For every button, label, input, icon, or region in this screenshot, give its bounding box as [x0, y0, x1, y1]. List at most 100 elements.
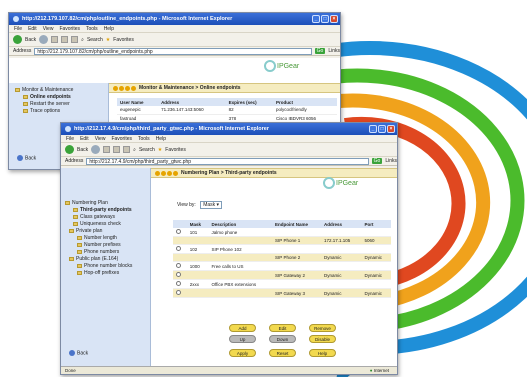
go-button[interactable]: Go: [314, 48, 326, 54]
tree-item-third-party[interactable]: Third-party endpoints: [65, 207, 132, 214]
tree-item-uniqueness[interactable]: Uniqueness check: [65, 221, 132, 228]
table-row[interactable]: SIP Gateway 2 Dynamic Dynamic: [173, 270, 391, 280]
forward-arrow-icon[interactable]: [39, 35, 49, 44]
row-radio[interactable]: [176, 272, 181, 277]
menu-view[interactable]: View: [95, 136, 106, 142]
help-button[interactable]: Help: [309, 349, 336, 357]
search-icon[interactable]: ⌕: [81, 37, 84, 43]
menu-tools[interactable]: Tools: [86, 26, 98, 32]
tree-item-monitor[interactable]: Monitor & Maintenance: [15, 87, 73, 94]
search-label[interactable]: Search: [139, 147, 155, 153]
back-circle-icon: [69, 350, 75, 356]
col-address[interactable]: Address: [320, 220, 362, 228]
table-row[interactable]: 102 SIP Phone 102: [173, 244, 391, 254]
col-product[interactable]: Product: [272, 98, 337, 106]
tree-item-public-plan[interactable]: Public plan (E.164): [65, 256, 132, 263]
table-row[interactable]: 2xxx Office PBX extensions: [173, 279, 391, 289]
menu-help[interactable]: Help: [156, 136, 166, 142]
back-arrow-icon[interactable]: [13, 35, 22, 44]
maximize-button[interactable]: □: [378, 125, 386, 133]
col-mask[interactable]: Mask: [186, 220, 209, 228]
favorites-label[interactable]: Favorites: [113, 37, 134, 43]
search-label[interactable]: Search: [87, 37, 103, 43]
back-toolbar-label[interactable]: Back: [77, 147, 88, 153]
tree-item-trace[interactable]: Trace options: [15, 108, 73, 115]
address-input[interactable]: http://212.17.4.9/cm/php/third_party_gtw…: [86, 157, 369, 165]
back-arrow-icon[interactable]: [65, 145, 74, 154]
table-row[interactable]: SIP Gateway 3 Dynamic Dynamic: [173, 288, 391, 298]
table-row[interactable]: 1000 Free calls to US: [173, 261, 391, 271]
tree-item-restart[interactable]: Restart the server: [15, 101, 73, 108]
tree-item-number-length[interactable]: Number length: [65, 235, 132, 242]
table-row[interactable]: SIP Phone 1 172.17.1.105 5060: [173, 236, 391, 245]
edit-button[interactable]: Edit: [269, 324, 296, 332]
favorites-label[interactable]: Favorites: [165, 147, 186, 153]
menu-edit[interactable]: Edit: [80, 136, 89, 142]
row-radio[interactable]: [176, 263, 181, 268]
table-row[interactable]: fastroad 378 Cisco IBDVR3 6056: [117, 114, 337, 123]
table-row[interactable]: 101 Jalmo phone: [173, 228, 391, 237]
minimize-button[interactable]: _: [312, 15, 320, 23]
links-label[interactable]: Links: [385, 158, 397, 164]
go-button[interactable]: Go: [371, 158, 383, 164]
refresh-icon[interactable]: [61, 36, 69, 43]
col-address[interactable]: Address: [158, 98, 226, 106]
reset-button[interactable]: Reset: [269, 349, 296, 357]
minimize-button[interactable]: _: [369, 125, 377, 133]
stop-icon[interactable]: [51, 36, 59, 43]
tree-item-class-gateways[interactable]: Class gateways: [65, 214, 132, 221]
col-description[interactable]: Description: [208, 220, 273, 228]
tree-item-online-endpoints[interactable]: Online endpoints: [15, 94, 73, 101]
menu-favorites[interactable]: Favorites: [111, 136, 132, 142]
tree-item-phone-numbers[interactable]: Phone numbers: [65, 249, 132, 256]
tree-item-hop-off-prefixes[interactable]: Hop-off prefixes: [65, 270, 132, 277]
view-by-select[interactable]: Mask ▾: [200, 201, 223, 209]
address-label: Address: [65, 158, 84, 164]
favorites-star-icon[interactable]: ★: [158, 147, 162, 153]
disable-button[interactable]: Disable: [309, 335, 336, 343]
menu-view[interactable]: View: [43, 26, 54, 32]
row-radio[interactable]: [176, 229, 181, 234]
col-endpoint-name[interactable]: Endpoint Name: [272, 220, 321, 228]
front-menubar: File Edit View Favorites Tools Help: [61, 135, 397, 143]
tree-item-private-plan[interactable]: Private plan: [65, 228, 132, 235]
favorites-star-icon[interactable]: ★: [106, 37, 110, 43]
col-port[interactable]: Port: [361, 220, 391, 228]
close-button[interactable]: ×: [387, 125, 395, 133]
row-radio[interactable]: [176, 290, 181, 295]
add-button[interactable]: Add: [229, 324, 256, 332]
forward-arrow-icon[interactable]: [91, 145, 101, 154]
table-row[interactable]: eugenepic 71.236.147.143:5060 82 polycoclfr…: [117, 106, 337, 115]
back-link[interactable]: Back: [69, 350, 88, 356]
menu-edit[interactable]: Edit: [28, 26, 37, 32]
refresh-icon[interactable]: [113, 146, 121, 153]
home-icon[interactable]: [71, 36, 79, 43]
table-header-row: User Name Address Expires (sec) Product: [117, 98, 337, 106]
up-button[interactable]: Up: [229, 335, 256, 343]
menu-favorites[interactable]: Favorites: [59, 26, 80, 32]
menu-file[interactable]: File: [14, 26, 22, 32]
row-radio[interactable]: [176, 281, 181, 286]
menu-help[interactable]: Help: [104, 26, 114, 32]
stop-icon[interactable]: [103, 146, 111, 153]
links-label[interactable]: Links: [328, 48, 340, 54]
col-user[interactable]: User Name: [117, 98, 159, 106]
address-input[interactable]: http://212.179.107.82/cm/php/outline_end…: [34, 47, 312, 55]
apply-button[interactable]: Apply: [229, 349, 256, 357]
tree-item-numbering-plan[interactable]: Numbering Plan: [65, 200, 132, 207]
maximize-button[interactable]: □: [321, 15, 329, 23]
back-toolbar-label[interactable]: Back: [25, 37, 36, 43]
col-expires[interactable]: Expires (sec): [225, 98, 273, 106]
search-icon[interactable]: ⌕: [133, 147, 136, 153]
menu-tools[interactable]: Tools: [138, 136, 150, 142]
row-radio[interactable]: [176, 246, 181, 251]
tree-item-number-prefixes[interactable]: Number prefixes: [65, 242, 132, 249]
tree-item-phone-number-blocks[interactable]: Phone number blocks: [65, 263, 132, 270]
table-row[interactable]: SIP Phone 2 Dynamic Dynamic: [173, 253, 391, 262]
down-button[interactable]: Down: [269, 335, 296, 343]
home-icon[interactable]: [123, 146, 131, 153]
back-link[interactable]: Back: [17, 155, 36, 161]
close-button[interactable]: ×: [330, 15, 338, 23]
remove-button[interactable]: Remove: [309, 324, 336, 332]
menu-file[interactable]: File: [66, 136, 74, 142]
